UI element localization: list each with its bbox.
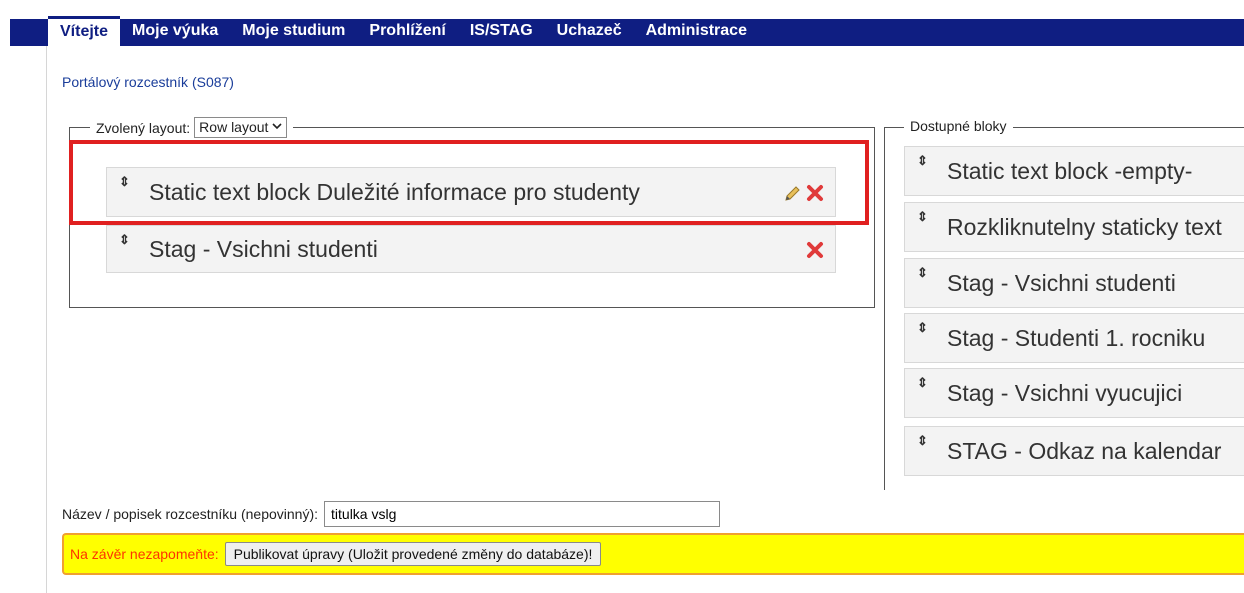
layout-block-item[interactable]: ⇕ Stag - Vsichni studenti <box>106 225 836 273</box>
chevron-down-icon <box>272 119 283 136</box>
name-form-row: Název / popisek rozcestníku (nepovinný): <box>62 501 721 527</box>
drag-handle-icon[interactable]: ⇕ <box>917 320 928 336</box>
publish-notice: Na závěr nezapomeňte: Publikovat úpravy … <box>62 533 1244 575</box>
layout-block-item[interactable]: ⇕ Static text block Duležité informace p… <box>106 167 836 217</box>
drag-handle-icon[interactable]: ⇕ <box>119 232 130 248</box>
block-label: Stag - Vsichni studenti <box>947 269 1176 296</box>
available-block-item[interactable]: ⇕ Stag - Studenti 1. rocniku <box>904 313 1244 363</box>
layout-panel <box>69 127 875 308</box>
block-label: Static text block -empty- <box>947 157 1193 184</box>
page-title: Portálový rozcestník (S087) <box>62 74 234 90</box>
tab-moje-vyuka[interactable]: Moje výuka <box>120 21 230 46</box>
layout-select[interactable]: Row layout <box>194 117 288 138</box>
available-block-item[interactable]: ⇕ Static text block -empty- <box>904 146 1244 196</box>
block-label: Rozkliknutelny staticky text <box>947 213 1222 240</box>
top-bar: Vítejte Moje výuka Moje studium Prohlíže… <box>0 0 1244 46</box>
layout-legend: Zvolený layout: Row layout <box>90 117 294 138</box>
drag-handle-icon[interactable]: ⇕ <box>917 375 928 391</box>
tab-moje-studium[interactable]: Moje studium <box>230 21 357 46</box>
available-block-item[interactable]: ⇕ Rozkliknutelny staticky text <box>904 202 1244 252</box>
drag-handle-icon[interactable]: ⇕ <box>119 174 130 190</box>
layout-select-value: Row layout <box>199 119 269 135</box>
tab-vitejte[interactable]: Vítejte <box>48 16 121 46</box>
tab-uchazec[interactable]: Uchazeč <box>545 21 634 46</box>
publish-button[interactable]: Publikovat úpravy (Uložit provedené změn… <box>224 542 602 566</box>
block-label: Stag - Studenti 1. rocniku <box>947 324 1206 351</box>
drag-handle-icon[interactable]: ⇕ <box>917 433 928 449</box>
available-block-item[interactable]: ⇕ Stag - Vsichni vyucujici <box>904 368 1244 418</box>
available-panel-clip: Dostupné bloky ⇕ Static text block -empt… <box>884 116 1244 490</box>
drag-handle-icon[interactable]: ⇕ <box>917 265 928 281</box>
layout-label: Zvolený layout: <box>96 119 191 136</box>
available-block-item[interactable]: ⇕ STAG - Odkaz na kalendar <box>904 426 1244 476</box>
block-label: STAG - Odkaz na kalendar <box>947 437 1222 464</box>
drag-handle-icon[interactable]: ⇕ <box>917 209 928 225</box>
tab-prohlizeni[interactable]: Prohlížení <box>357 21 457 46</box>
tab-is-stag[interactable]: IS/STAG <box>458 21 545 46</box>
available-label: Dostupné bloky <box>910 118 1007 134</box>
available-legend: Dostupné bloky <box>904 118 1013 134</box>
name-field-label: Název / popisek rozcestníku (nepovinný): <box>62 506 319 522</box>
delete-x-icon[interactable] <box>805 182 825 202</box>
available-block-item[interactable]: ⇕ Stag - Vsichni studenti <box>904 258 1244 308</box>
drag-handle-icon[interactable]: ⇕ <box>917 153 928 169</box>
block-label: Stag - Vsichni studenti <box>149 235 378 262</box>
delete-x-icon[interactable] <box>805 239 825 259</box>
notice-label: Na závěr nezapomeňte: <box>70 546 219 562</box>
block-label: Stag - Vsichni vyucujici <box>947 379 1183 406</box>
tab-administrace[interactable]: Administrace <box>634 21 759 46</box>
name-field[interactable] <box>324 501 721 527</box>
block-label: Static text block Duležité informace pro… <box>149 178 640 205</box>
pencil-icon[interactable] <box>783 182 803 202</box>
main-navigation: Vítejte Moje výuka Moje studium Prohlíže… <box>10 16 1244 46</box>
